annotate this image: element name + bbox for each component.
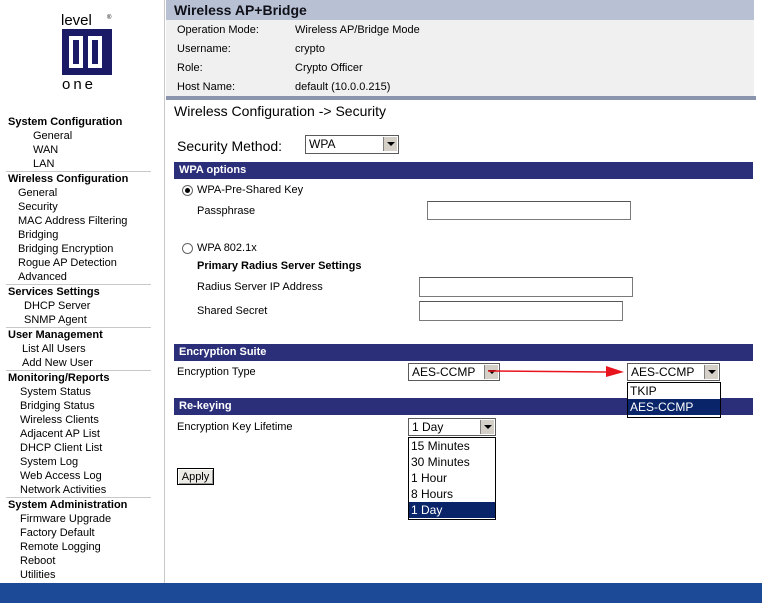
- security-method-value: WPA: [309, 137, 336, 151]
- nav-wireless-configuration: Wireless Configuration: [8, 173, 129, 185]
- nav-item-lan[interactable]: LAN: [33, 158, 54, 170]
- chevron-down-icon[interactable]: [704, 365, 718, 379]
- wpa-8021x-label: WPA 802.1x: [197, 242, 257, 254]
- chevron-down-icon[interactable]: [383, 137, 397, 151]
- nav-item-security[interactable]: Security: [18, 201, 58, 213]
- nav-item-wireless-general[interactable]: General: [18, 187, 57, 199]
- nav-divider: [6, 327, 151, 328]
- option-1-day[interactable]: 1 Day: [409, 502, 495, 518]
- shared-secret-input[interactable]: [419, 301, 623, 321]
- svg-text:one: one: [62, 76, 96, 92]
- username-value: crypto: [295, 43, 325, 55]
- radius-settings-heading: Primary Radius Server Settings: [197, 260, 362, 272]
- option-30-minutes[interactable]: 30 Minutes: [409, 454, 495, 470]
- levelone-logo: level ® one: [58, 12, 118, 93]
- security-method-select[interactable]: WPA: [305, 135, 399, 154]
- wpa-options-title: WPA options: [179, 164, 247, 176]
- apply-button[interactable]: Apply: [177, 468, 214, 485]
- encryption-type-value: AES-CCMP: [412, 365, 476, 379]
- key-lifetime-value: 1 Day: [412, 420, 444, 434]
- nav-item-adjacent-ap-list[interactable]: Adjacent AP List: [20, 428, 100, 440]
- encryption-suite-header: Encryption Suite: [174, 344, 753, 361]
- svg-text:®: ®: [107, 14, 112, 21]
- wpa-8021x-radio[interactable]: [182, 243, 193, 254]
- header-divider: [166, 96, 756, 100]
- nav-item-system-general[interactable]: General: [33, 130, 72, 142]
- annotation-arrow: [487, 366, 624, 377]
- encryption-suite-title: Encryption Suite: [179, 346, 267, 358]
- nav-item-utilities[interactable]: Utilities: [20, 569, 55, 581]
- chevron-down-icon[interactable]: [480, 420, 494, 434]
- option-aes-ccmp[interactable]: AES-CCMP: [628, 399, 720, 415]
- nav-item-bridging[interactable]: Bridging: [18, 229, 58, 241]
- option-8-hours[interactable]: 8 Hours: [409, 486, 495, 502]
- nav-services-settings: Services Settings: [8, 286, 100, 298]
- nav-divider: [6, 370, 151, 371]
- nav-item-wireless-clients[interactable]: Wireless Clients: [20, 414, 99, 426]
- key-lifetime-label: Encryption Key Lifetime: [177, 421, 293, 433]
- svg-text:level: level: [61, 12, 92, 29]
- nav-item-factory-default[interactable]: Factory Default: [20, 527, 95, 539]
- operation-mode-label: Operation Mode:: [177, 24, 259, 36]
- nav-divider: [6, 497, 151, 498]
- nav-item-rogue-ap-detection[interactable]: Rogue AP Detection: [18, 257, 117, 269]
- nav-item-firmware-upgrade[interactable]: Firmware Upgrade: [20, 513, 111, 525]
- footer-bar: [0, 583, 762, 603]
- encryption-type-label: Encryption Type: [177, 366, 256, 378]
- host-name-label: Host Name:: [177, 81, 236, 93]
- nav-item-reboot[interactable]: Reboot: [20, 555, 55, 567]
- wpa-psk-radio[interactable]: [182, 185, 193, 196]
- device-info-panel: Operation Mode: Wireless AP/Bridge Mode …: [166, 20, 754, 96]
- nav-item-add-new-user[interactable]: Add New User: [22, 357, 93, 369]
- nav-item-mac-address-filtering[interactable]: MAC Address Filtering: [18, 215, 127, 227]
- key-lifetime-select[interactable]: 1 Day: [408, 418, 496, 436]
- nav-system-administration: System Administration: [8, 499, 128, 511]
- rekeying-title: Re-keying: [179, 400, 232, 412]
- nav-item-dhcp-server[interactable]: DHCP Server: [24, 300, 90, 312]
- logo-graphic: level ® one: [61, 12, 112, 93]
- role-label: Role:: [177, 62, 203, 74]
- radius-ip-label: Radius Server IP Address: [197, 281, 323, 293]
- nav-system-configuration: System Configuration: [8, 116, 123, 128]
- host-name-value: default (10.0.0.215): [295, 81, 391, 93]
- page-title: Wireless Configuration -> Security: [174, 103, 387, 119]
- wpa-options-header: WPA options: [174, 162, 753, 179]
- left-navigation: level ® one System Configuration General…: [0, 0, 165, 583]
- nav-item-snmp-agent[interactable]: SNMP Agent: [24, 314, 87, 326]
- nav-item-remote-logging[interactable]: Remote Logging: [20, 541, 101, 553]
- passphrase-label: Passphrase: [197, 205, 256, 217]
- encryption-type-open-value: AES-CCMP: [631, 365, 695, 379]
- nav-item-bridging-encryption[interactable]: Bridging Encryption: [18, 243, 113, 255]
- nav-item-bridging-status[interactable]: Bridging Status: [20, 400, 95, 412]
- nav-divider: [6, 171, 151, 172]
- wpa-psk-label: WPA-Pre-Shared Key: [197, 184, 304, 196]
- security-method-label: Security Method:: [177, 138, 283, 154]
- nav-user-management: User Management: [8, 329, 103, 341]
- nav-item-advanced[interactable]: Advanced: [18, 271, 67, 283]
- passphrase-input[interactable]: [427, 201, 631, 220]
- option-tkip[interactable]: TKIP: [628, 383, 720, 399]
- nav-item-network-activities[interactable]: Network Activities: [20, 484, 106, 496]
- nav-item-wan[interactable]: WAN: [33, 144, 58, 156]
- shared-secret-label: Shared Secret: [197, 305, 268, 317]
- nav-divider: [6, 284, 151, 285]
- key-lifetime-options: 15 Minutes 30 Minutes 1 Hour 8 Hours 1 D…: [408, 437, 496, 520]
- option-1-hour[interactable]: 1 Hour: [409, 470, 495, 486]
- encryption-type-select-open[interactable]: AES-CCMP: [627, 363, 720, 381]
- option-15-minutes[interactable]: 15 Minutes: [409, 438, 495, 454]
- app-title: Wireless AP+Bridge: [174, 2, 307, 18]
- operation-mode-value: Wireless AP/Bridge Mode: [295, 24, 420, 36]
- radius-ip-input[interactable]: [419, 277, 633, 297]
- nav-item-dhcp-client-list[interactable]: DHCP Client List: [20, 442, 102, 454]
- nav-item-system-log[interactable]: System Log: [20, 456, 78, 468]
- role-value: Crypto Officer: [295, 62, 363, 74]
- nav-item-list-all-users[interactable]: List All Users: [22, 343, 86, 355]
- encryption-type-options: TKIP AES-CCMP: [627, 382, 721, 418]
- username-label: Username:: [177, 43, 231, 55]
- title-bar: Wireless AP+Bridge: [166, 0, 754, 20]
- nav-monitoring-reports: Monitoring/Reports: [8, 372, 110, 384]
- nav-item-system-status[interactable]: System Status: [20, 386, 91, 398]
- nav-item-web-access-log[interactable]: Web Access Log: [20, 470, 102, 482]
